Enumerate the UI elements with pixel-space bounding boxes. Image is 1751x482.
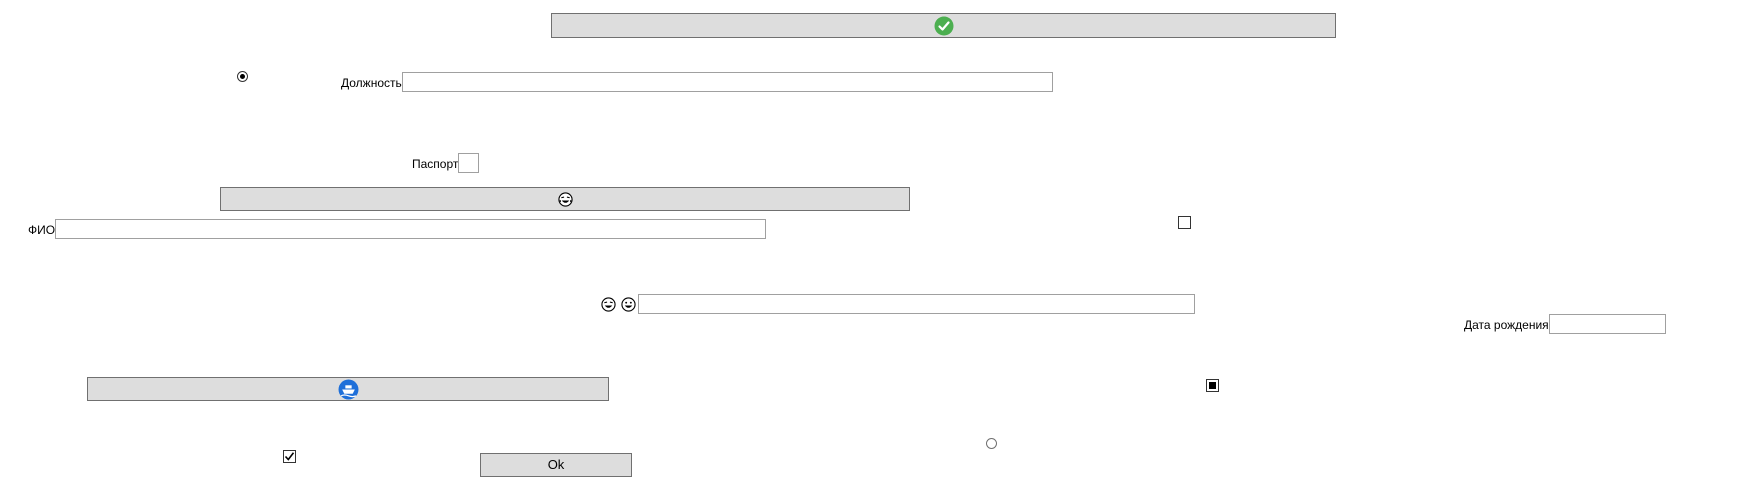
position-label: Должность — [341, 76, 402, 90]
check-circle-icon — [934, 16, 954, 36]
emoji-input[interactable] — [638, 294, 1195, 314]
grinning-face-icon — [621, 297, 636, 312]
fio-input[interactable] — [55, 219, 766, 239]
birth-date-input[interactable] — [1549, 314, 1666, 334]
ship-icon — [338, 379, 359, 400]
radio-selected-dot — [240, 74, 245, 79]
radio-option-bottom[interactable] — [986, 438, 997, 449]
fio-label: ФИО — [28, 223, 56, 237]
birth-date-label: Дата рождения — [1464, 318, 1549, 332]
ok-button-label: Ok — [547, 457, 565, 472]
laughing-face-icon — [557, 191, 573, 207]
confirm-button[interactable] — [551, 13, 1336, 38]
passport-input[interactable] — [458, 153, 479, 173]
radio-option-top[interactable] — [237, 71, 248, 82]
checkbox-right-mid[interactable] — [1206, 379, 1219, 392]
ship-button[interactable] — [87, 377, 609, 401]
checkmark-icon — [284, 451, 295, 462]
laughing-face-icon — [601, 297, 616, 312]
checkbox-left-bottom[interactable] — [283, 450, 296, 463]
ok-button[interactable]: Ok — [480, 453, 632, 477]
checkbox-right-top[interactable] — [1178, 216, 1191, 229]
checkbox-indeterminate-mark — [1209, 382, 1216, 389]
position-input[interactable] — [402, 72, 1053, 92]
emoji-button[interactable] — [220, 187, 910, 211]
passport-label: Паспорт — [412, 157, 459, 171]
